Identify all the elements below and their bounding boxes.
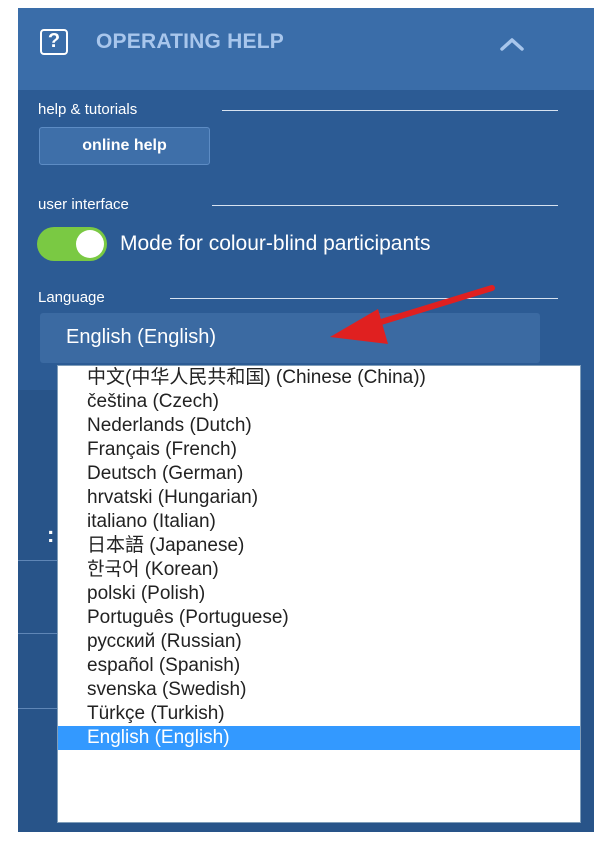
language-option[interactable]: Français (French) xyxy=(58,438,580,462)
language-option[interactable]: čeština (Czech) xyxy=(58,390,580,414)
language-option[interactable]: 日本語 (Japanese) xyxy=(58,534,580,558)
language-option[interactable]: русский (Russian) xyxy=(58,630,580,654)
language-option[interactable]: 中文(中华人民共和国) (Chinese (China)) xyxy=(58,366,580,390)
language-option[interactable]: svenska (Swedish) xyxy=(58,678,580,702)
language-option-selected[interactable]: English (English) xyxy=(58,726,580,750)
language-option[interactable]: Nederlands (Dutch) xyxy=(58,414,580,438)
language-option[interactable]: 한국어 (Korean) xyxy=(58,558,580,582)
language-dropdown-list[interactable]: 中文(中华人民共和国) (Chinese (China)) čeština (C… xyxy=(57,365,581,823)
language-option[interactable]: hrvatski (Hungarian) xyxy=(58,486,580,510)
language-option[interactable]: Türkçe (Turkish) xyxy=(58,702,580,726)
language-option[interactable]: Deutsch (German) xyxy=(58,462,580,486)
language-option[interactable]: español (Spanish) xyxy=(58,654,580,678)
language-option[interactable]: italiano (Italian) xyxy=(58,510,580,534)
language-option[interactable]: Português (Portuguese) xyxy=(58,606,580,630)
language-option[interactable]: polski (Polish) xyxy=(58,582,580,606)
